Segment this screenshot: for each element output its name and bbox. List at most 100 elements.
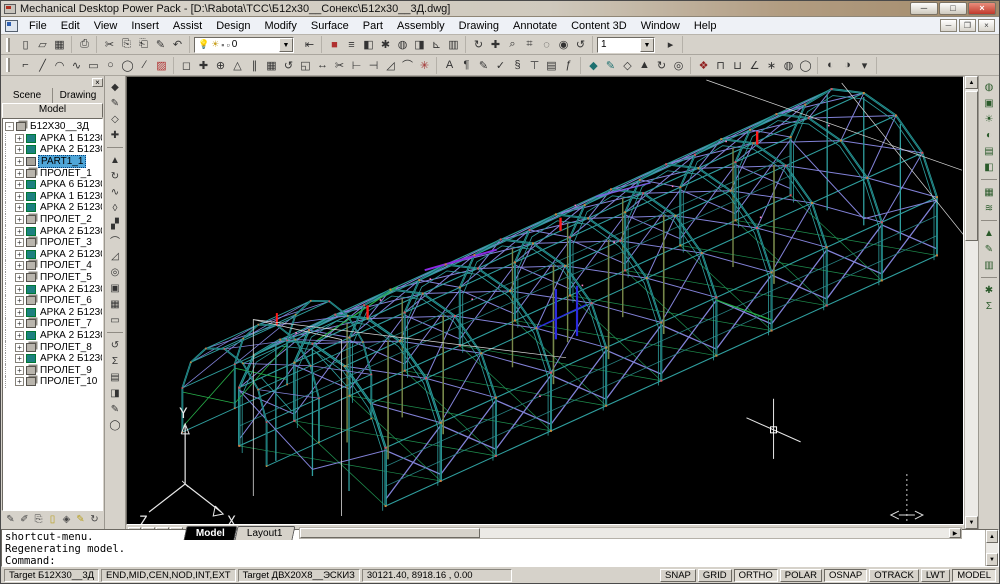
table-icon[interactable]: ▤ bbox=[543, 57, 560, 74]
tree-expand-icon[interactable]: + bbox=[15, 377, 24, 386]
array-icon[interactable]: ▦ bbox=[263, 57, 280, 74]
open-file-icon[interactable]: ▱ bbox=[34, 36, 51, 53]
toolbody-icon[interactable]: ◐ bbox=[822, 57, 839, 74]
append-sketch-icon[interactable]: ✚ bbox=[107, 127, 124, 143]
undo-icon[interactable]: ↶ bbox=[169, 36, 186, 53]
toolbar-options-icon[interactable]: ✱ bbox=[377, 36, 394, 53]
tree-expand-icon[interactable]: + bbox=[15, 157, 24, 166]
tree-item[interactable]: +АРКА 2 Б1230_7 bbox=[5, 307, 102, 319]
tree-expand-icon[interactable]: + bbox=[15, 261, 24, 270]
sheet-tab-model[interactable]: Model bbox=[184, 526, 238, 540]
tree-item[interactable]: +АРКА 2 Б1230_6 bbox=[5, 283, 102, 295]
tree-item[interactable]: +ПРОЛЕТ_9 bbox=[5, 364, 102, 376]
fillet-icon[interactable]: ⌒ bbox=[399, 57, 416, 74]
status-toggle-polar[interactable]: POLAR bbox=[780, 569, 822, 582]
layer-freeze-sun-icon[interactable]: ☀ bbox=[211, 39, 219, 50]
tree-item[interactable]: +ПРОЛЕТ_3 bbox=[5, 237, 102, 249]
command-scrollbar[interactable]: ▲ ▼ bbox=[985, 530, 998, 566]
shell-feature-icon[interactable]: ▣ bbox=[107, 280, 124, 296]
tree-expand-icon[interactable]: + bbox=[15, 366, 24, 375]
hscroll-right-arrow-icon[interactable]: ▶ bbox=[949, 528, 961, 538]
panel-close-icon[interactable]: × bbox=[92, 78, 103, 87]
edit-sketch-icon[interactable]: ✎ bbox=[4, 512, 17, 527]
status-toggle-otrack[interactable]: OTRACK bbox=[869, 569, 919, 582]
menu-item-design[interactable]: Design bbox=[209, 18, 257, 34]
copy-icon[interactable]: ⎘ bbox=[118, 36, 135, 53]
tree-item[interactable]: +PART1_1 bbox=[5, 156, 102, 168]
menu-item-content-3d[interactable]: Content 3D bbox=[564, 18, 634, 34]
tab-scene[interactable]: Scene bbox=[2, 88, 53, 103]
mtext-icon[interactable]: ¶ bbox=[458, 57, 475, 74]
tree-item[interactable]: +АРКА 2 Б1230_3 bbox=[5, 225, 102, 237]
menu-item-part[interactable]: Part bbox=[356, 18, 390, 34]
copy-object-icon[interactable]: ⊕ bbox=[212, 57, 229, 74]
object-color-icon[interactable]: ■ bbox=[326, 36, 343, 53]
arc-3pt-icon[interactable]: ◠ bbox=[51, 57, 68, 74]
pattern-feature-icon[interactable]: ▦ bbox=[107, 296, 124, 312]
tree-expand-icon[interactable]: + bbox=[15, 354, 24, 363]
tree-expand-icon[interactable]: + bbox=[15, 343, 24, 352]
polygon-icon[interactable]: ○ bbox=[102, 57, 119, 74]
sweep-feature-icon[interactable]: ∿ bbox=[107, 184, 124, 200]
tree-item[interactable]: +ПРОЛЕТ_4 bbox=[5, 260, 102, 272]
edit-text-icon[interactable]: ✎ bbox=[475, 57, 492, 74]
mdi-minimize-button[interactable]: ─ bbox=[940, 19, 957, 32]
spline-icon[interactable]: ∿ bbox=[68, 57, 85, 74]
plot-icon[interactable]: ⎙ bbox=[76, 36, 93, 53]
trim-icon[interactable]: ✂ bbox=[331, 57, 348, 74]
tree-expand-icon[interactable]: + bbox=[15, 331, 24, 340]
erase-icon[interactable]: ◻ bbox=[178, 57, 195, 74]
tree-item[interactable]: +АРКА 2 Б1230_2 bbox=[5, 202, 102, 214]
loft-feature-icon[interactable]: ◊ bbox=[107, 200, 124, 216]
content-icon[interactable]: ▥ bbox=[445, 36, 462, 53]
tree-item[interactable]: -Б12X30__3Д bbox=[5, 121, 102, 133]
tree-expand-icon[interactable]: + bbox=[15, 296, 24, 305]
tree-item[interactable]: +ПРОЛЕТ_2 bbox=[5, 214, 102, 226]
tree-expand-icon[interactable]: + bbox=[15, 238, 24, 247]
menu-item-file[interactable]: File bbox=[22, 18, 54, 34]
mdi-document-icon[interactable] bbox=[5, 20, 18, 32]
offset-icon[interactable]: ∥ bbox=[246, 57, 263, 74]
extrude-icon[interactable]: ▲ bbox=[636, 57, 653, 74]
new-drawing-view-icon[interactable]: ◨ bbox=[107, 385, 124, 401]
render-statistics-icon[interactable]: Σ bbox=[981, 298, 998, 314]
extrude-feature-icon[interactable]: ▲ bbox=[107, 152, 124, 168]
menu-item-edit[interactable]: Edit bbox=[54, 18, 87, 34]
tree-expand-icon[interactable]: + bbox=[15, 250, 24, 259]
delete-icon[interactable]: ▯ bbox=[46, 512, 59, 527]
ucs-icon[interactable]: ⊾ bbox=[428, 36, 445, 53]
break-icon[interactable]: ⊣ bbox=[365, 57, 382, 74]
single-profile-icon[interactable]: ◇ bbox=[107, 111, 124, 127]
lights-icon[interactable]: ☀ bbox=[981, 111, 998, 127]
new-part-icon[interactable]: ◆ bbox=[585, 57, 602, 74]
desktop-visibility-icon[interactable]: ◈ bbox=[60, 512, 73, 527]
work-plane-icon[interactable]: ▭ bbox=[107, 312, 124, 328]
render-scene-icon[interactable]: ◍ bbox=[981, 79, 998, 95]
horizontal-scrollbar[interactable]: ▶ bbox=[299, 527, 962, 539]
vscroll-up-arrow-icon[interactable]: ▲ bbox=[965, 76, 978, 89]
menu-item-help[interactable]: Help bbox=[687, 18, 724, 34]
tree-item[interactable]: +ПРОЛЕТ_7 bbox=[5, 318, 102, 330]
extend-icon[interactable]: ⊢ bbox=[348, 57, 365, 74]
menu-item-assembly[interactable]: Assembly bbox=[390, 18, 452, 34]
update-assembly-icon[interactable]: ↻ bbox=[88, 512, 101, 527]
drawing-viewport[interactable]: YZX bbox=[126, 76, 964, 525]
landscape-new-icon[interactable]: ▲ bbox=[981, 225, 998, 241]
mapping-icon[interactable]: ◧ bbox=[981, 159, 998, 175]
fillet-feature-icon[interactable]: ⌒ bbox=[107, 232, 124, 248]
tree-expand-icon[interactable]: + bbox=[15, 227, 24, 236]
dim-style-icon[interactable]: ⊤ bbox=[526, 57, 543, 74]
quick-select-icon[interactable]: ▸ bbox=[662, 36, 679, 53]
layer-dropdown-arrow-icon[interactable]: ▼ bbox=[279, 38, 293, 52]
menu-item-drawing[interactable]: Drawing bbox=[452, 18, 506, 34]
flush-constraint-icon[interactable]: ⊔ bbox=[729, 57, 746, 74]
chamfer-feature-icon[interactable]: ◿ bbox=[107, 248, 124, 264]
more-tools-icon[interactable]: ▾ bbox=[856, 57, 873, 74]
cut-icon[interactable]: ✂ bbox=[101, 36, 118, 53]
status-toggle-ortho[interactable]: ORTHO bbox=[734, 569, 778, 582]
new-sketch-icon[interactable]: ✎ bbox=[602, 57, 619, 74]
tree-item[interactable]: +ПРОЛЕТ_10 bbox=[5, 376, 102, 388]
background-icon[interactable]: ▦ bbox=[981, 184, 998, 200]
revolve-feature-icon[interactable]: ↻ bbox=[107, 168, 124, 184]
layer-on-bulb-icon[interactable]: 💡 bbox=[198, 39, 209, 50]
